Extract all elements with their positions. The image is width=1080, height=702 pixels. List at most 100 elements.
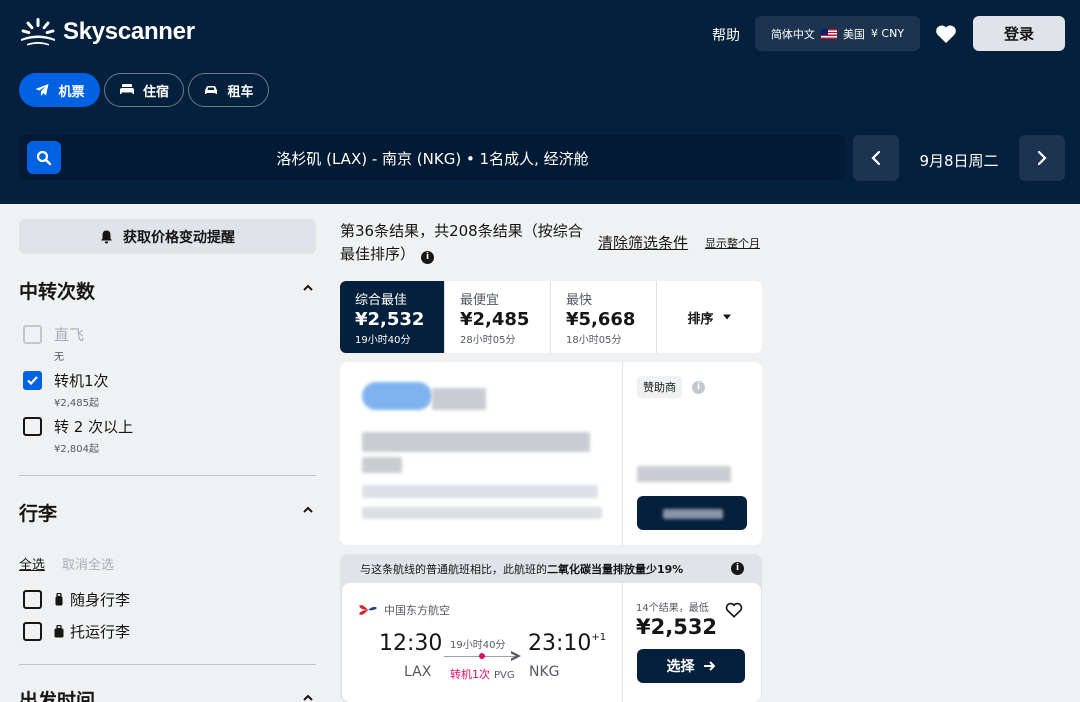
sort-dropdown[interactable]: 排序 <box>657 281 762 353</box>
stop-airport: PVG <box>494 670 515 681</box>
stop-marker <box>479 653 485 659</box>
filter-option-direct[interactable]: 直飞 无 <box>23 324 84 363</box>
clear-filters-link[interactable]: 清除筛选条件 <box>598 232 688 253</box>
heart-icon[interactable] <box>934 22 958 46</box>
emissions-text: 与这条航线的普通航班相比，此航班的二氧化碳当量排放量少19% <box>360 561 683 577</box>
filter-option-one-stop[interactable]: 转机1次 ¥2,485起 <box>23 370 109 409</box>
blurred-text <box>362 432 590 452</box>
chevron-up-icon[interactable] <box>302 692 314 702</box>
filter-option-checked-bag[interactable]: 托运行李 <box>23 621 130 642</box>
blurred-text <box>663 509 723 519</box>
check-icon <box>27 376 38 386</box>
price-alert-label: 获取价格变动提醒 <box>123 229 235 246</box>
bell-icon <box>101 230 112 243</box>
cabin-bag-icon <box>55 593 63 606</box>
info-icon[interactable]: i <box>692 381 705 394</box>
show-month-link[interactable]: 显示整个月 <box>705 235 760 251</box>
sponsor-logo-blurred <box>362 382 432 410</box>
sidebar-divider <box>19 664 316 665</box>
tab-car-rental[interactable]: 租车 <box>188 73 269 107</box>
selected-date[interactable]: 9月8日周二 <box>906 150 1012 171</box>
price-alert-button[interactable]: 获取价格变动提醒 <box>19 219 316 254</box>
country-label: 美国 <box>842 27 865 41</box>
sort-tab-price: ¥2,485 <box>460 309 530 330</box>
search-summary-bar[interactable]: 洛杉矶 (LAX) - 南京 (NKG) • 1名成人, 经济舱 <box>19 135 846 180</box>
blurred-text <box>637 466 731 482</box>
arrival-time: 23:10+1 <box>528 631 606 656</box>
direct-checkbox[interactable] <box>23 325 42 344</box>
tab-flights-label: 机票 <box>58 84 85 100</box>
sort-tab-price: ¥5,668 <box>566 309 636 330</box>
info-icon[interactable]: i <box>731 562 744 575</box>
sort-dropdown-label: 排序 <box>687 311 714 327</box>
currency-label: ¥ CNY <box>870 27 905 40</box>
sponsored-ad-card[interactable]: 赞助商 i <box>340 362 762 545</box>
two-plus-stops-sub: ¥2,804起 <box>54 444 99 455</box>
sunrise-logo-icon <box>21 18 55 46</box>
sort-tab-best[interactable]: 综合最佳 ¥2,532 19小时40分 <box>340 281 445 353</box>
sort-tab-price: ¥2,532 <box>355 309 425 330</box>
plane-icon <box>35 84 49 96</box>
departure-airport: LAX <box>404 664 432 680</box>
flight-price: ¥2,532 <box>636 615 718 639</box>
tab-car-rental-label: 租车 <box>227 84 254 100</box>
arrival-time-value: 23:10 <box>528 631 592 656</box>
tab-flights[interactable]: 机票 <box>19 73 100 107</box>
flight-result-card[interactable]: 中国东方航空 12:30 LAX 19小时40分 转机1次 PVG 23:10+1… <box>342 583 761 702</box>
baggage-filter-title: 行李 <box>19 503 58 525</box>
us-flag-icon <box>820 28 837 39</box>
two-plus-stops-label: 转 2 次以上 <box>54 418 134 436</box>
deselect-all-link[interactable]: 取消全选 <box>62 554 114 573</box>
filter-option-carry-on[interactable]: 随身行李 <box>23 589 130 610</box>
help-link[interactable]: 帮助 <box>712 25 740 45</box>
sort-tab-duration: 18小时05分 <box>566 335 622 346</box>
one-stop-checkbox[interactable] <box>23 371 42 390</box>
locale-selector[interactable]: 简体中文 美国 ¥ CNY <box>755 16 920 51</box>
tab-hotels-label: 住宿 <box>142 84 169 100</box>
one-stop-label: 转机1次 <box>54 372 109 390</box>
info-icon[interactable]: i <box>421 251 435 264</box>
car-icon <box>205 86 218 94</box>
previous-date-button[interactable] <box>853 135 899 181</box>
select-all-link[interactable]: 全选 <box>19 554 45 573</box>
emissions-text-highlight: 二氧化碳当量排放量少19% <box>547 563 684 576</box>
arrival-airport: NKG <box>529 664 560 680</box>
chevron-right-icon <box>1037 150 1047 166</box>
stops-count: 转机1次 <box>450 668 490 681</box>
blurred-text <box>362 507 602 519</box>
suitcase-icon <box>54 625 64 638</box>
select-flight-button[interactable]: 选择 <box>637 649 745 683</box>
filter-option-two-plus-stops[interactable]: 转 2 次以上 ¥2,804起 <box>23 416 133 455</box>
airline-name: 中国东方航空 <box>384 604 450 617</box>
stops-info: 转机1次 PVG <box>450 666 515 682</box>
chevron-up-icon[interactable] <box>302 504 314 516</box>
card-divider <box>622 362 623 545</box>
two-plus-stops-checkbox[interactable] <box>23 417 42 436</box>
flight-duration: 19小时40分 <box>450 640 506 651</box>
heart-outline-icon[interactable] <box>724 600 744 620</box>
caret-down-icon <box>722 314 731 320</box>
arrow-right-icon <box>703 661 715 671</box>
blurred-text <box>432 388 486 410</box>
sort-tab-fastest[interactable]: 最快 ¥5,668 18小时05分 <box>551 281 657 353</box>
card-divider <box>622 583 623 702</box>
sort-tab-cheapest[interactable]: 最便宜 ¥2,485 28小时05分 <box>445 281 551 353</box>
checked-bag-label: 托运行李 <box>70 623 131 641</box>
skyscanner-logo[interactable]: Skyscanner <box>19 18 195 46</box>
next-date-button[interactable] <box>1019 135 1065 181</box>
checked-bag-checkbox[interactable] <box>23 622 42 641</box>
sort-tab-duration: 19小时40分 <box>355 335 411 346</box>
sponsor-cta-button[interactable] <box>637 496 747 530</box>
login-button[interactable]: 登录 <box>973 16 1065 51</box>
direct-sub: 无 <box>54 352 64 363</box>
deal-count: 14个结果，最低 <box>636 603 709 614</box>
chevron-up-icon[interactable] <box>302 282 314 294</box>
sort-tab-duration: 28小时05分 <box>460 335 516 346</box>
sort-tab-label: 最便宜 <box>460 293 500 308</box>
china-eastern-logo-icon <box>359 605 377 615</box>
carry-on-checkbox[interactable] <box>23 590 42 609</box>
emissions-text-prefix: 与这条航线的普通航班相比，此航班的 <box>360 563 547 576</box>
airline-info: 中国东方航空 <box>358 602 450 618</box>
arrival-day-offset: +1 <box>591 632 607 643</box>
tab-hotels[interactable]: 住宿 <box>104 73 184 107</box>
